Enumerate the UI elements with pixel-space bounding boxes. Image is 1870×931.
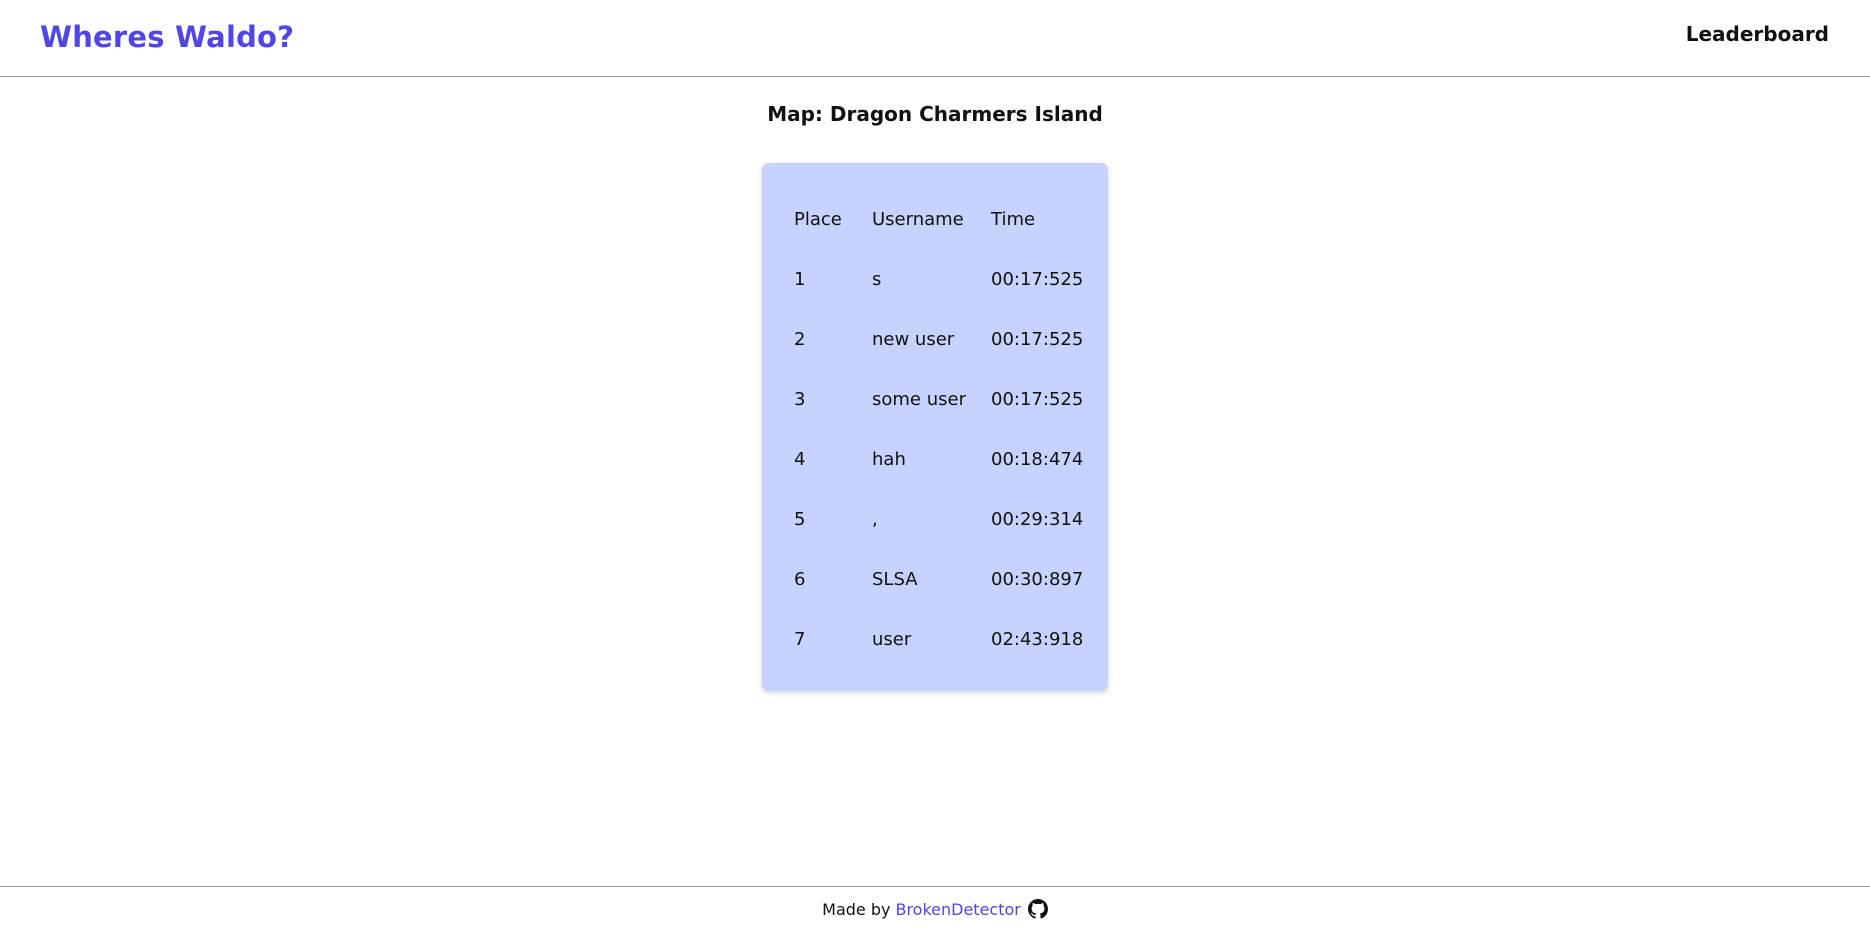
- main-content: Map: Dragon Charmers Island Place Userna…: [0, 77, 1870, 886]
- cell-time: 00:29:314: [991, 508, 1084, 530]
- cell-place: 6: [794, 568, 806, 590]
- cell-place: 4: [794, 448, 806, 470]
- cell-username: s: [872, 268, 882, 290]
- cell-time: 00:30:897: [991, 568, 1084, 590]
- column-header-username: Username: [872, 208, 964, 230]
- cell-place: 3: [794, 388, 806, 410]
- cell-place: 1: [794, 268, 806, 290]
- table-header-row: Place Username Time: [794, 189, 1101, 249]
- table-row: 1 s 00:17:525: [794, 249, 1101, 309]
- cell-place: 5: [794, 508, 806, 530]
- github-icon[interactable]: [1027, 899, 1048, 919]
- table-row: 2 new user 00:17:525: [794, 309, 1101, 369]
- column-header-place: Place: [794, 208, 842, 230]
- leaderboard-table-body: 1 s 00:17:525 2 new user 00:17:525 3 som…: [794, 249, 1101, 669]
- cell-username: hah: [872, 448, 906, 470]
- column-header-time: Time: [991, 208, 1036, 230]
- table-row: 3 some user 00:17:525: [794, 369, 1101, 429]
- cell-username: ,: [872, 508, 878, 530]
- cell-time: 00:18:474: [991, 448, 1084, 470]
- cell-username: user: [872, 628, 912, 650]
- footer-author-link[interactable]: BrokenDetector: [895, 900, 1020, 919]
- map-title: Map: Dragon Charmers Island: [767, 102, 1103, 126]
- cell-username: SLSA: [872, 568, 918, 590]
- table-row: 5 , 00:29:314: [794, 489, 1101, 549]
- page-footer: Made by BrokenDetector: [0, 886, 1870, 931]
- cell-time: 00:17:525: [991, 268, 1084, 290]
- cell-place: 7: [794, 628, 806, 650]
- cell-username: some user: [872, 388, 966, 410]
- table-row: 4 hah 00:18:474: [794, 429, 1101, 489]
- cell-time: 00:17:525: [991, 328, 1084, 350]
- top-navbar: Wheres Waldo? Leaderboard: [0, 0, 1870, 77]
- table-row: 6 SLSA 00:30:897: [794, 549, 1101, 609]
- leaderboard-table-head: Place Username Time: [794, 189, 1101, 249]
- leaderboard-link[interactable]: Leaderboard: [1686, 22, 1829, 46]
- table-row: 7 user 02:43:918: [794, 609, 1101, 669]
- brand-logo-link[interactable]: Wheres Waldo?: [40, 20, 294, 54]
- page: Wheres Waldo? Leaderboard Map: Dragon Ch…: [0, 0, 1870, 931]
- leaderboard-table: Place Username Time 1 s 00:17:525 2 new …: [794, 189, 1101, 669]
- cell-time: 02:43:918: [991, 628, 1084, 650]
- cell-time: 00:17:525: [991, 388, 1084, 410]
- leaderboard-card: Place Username Time 1 s 00:17:525 2 new …: [762, 163, 1108, 691]
- footer-made-by-text: Made by: [822, 899, 891, 919]
- cell-place: 2: [794, 328, 806, 350]
- cell-username: new user: [872, 328, 955, 350]
